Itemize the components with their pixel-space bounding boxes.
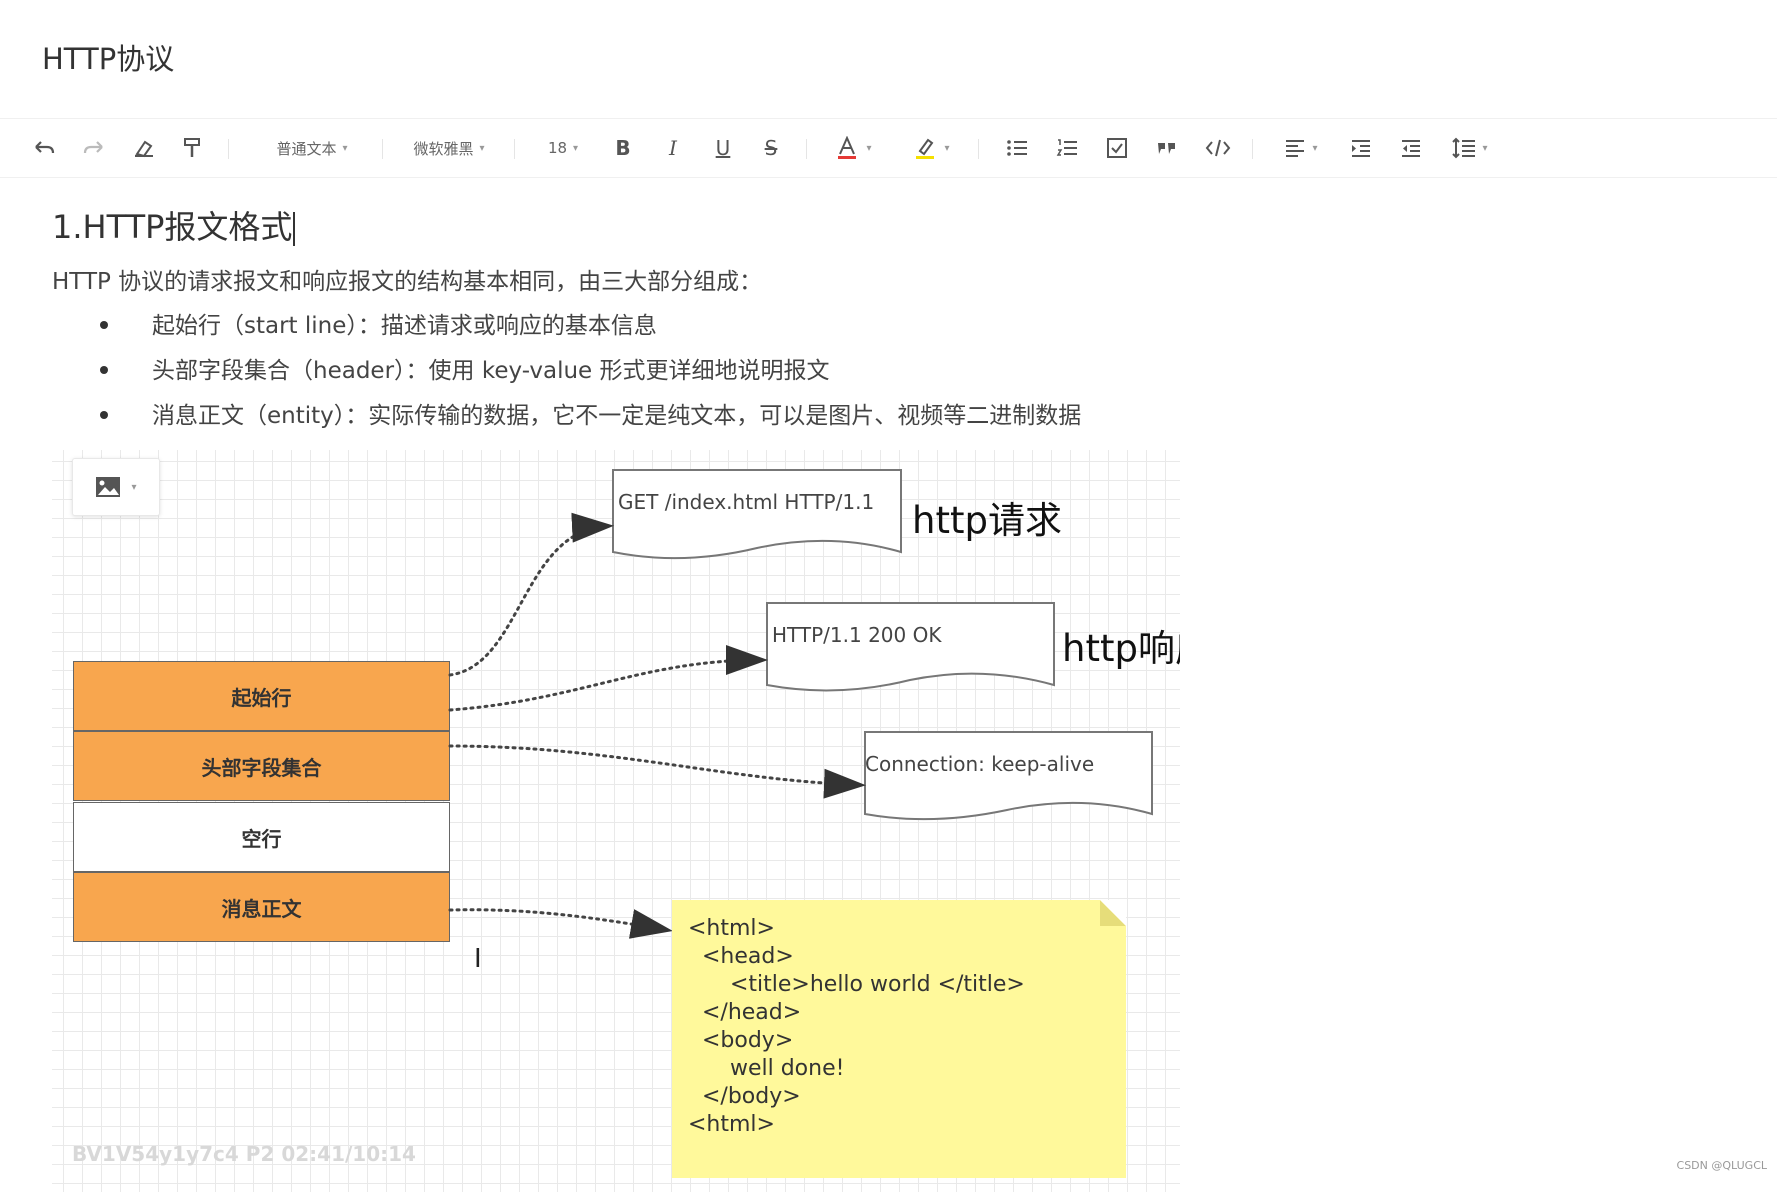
note-fold-corner: [1100, 900, 1126, 926]
strikethrough-icon[interactable]: S: [754, 119, 788, 177]
note-line: <head>: [688, 944, 794, 969]
section-heading[interactable]: 1.HTTP报文格式: [52, 202, 296, 248]
numbered-list-icon[interactable]: [1050, 119, 1084, 177]
line-height-icon: [1452, 137, 1476, 159]
list-item[interactable]: 起始行（start line）：描述请求或响应的基本信息: [100, 306, 657, 340]
list-item[interactable]: 消息正文（entity）：实际传输的数据，它不一定是纯文本，可以是图片、视频等二…: [100, 396, 1081, 430]
chevron-down-icon: ▾: [866, 142, 872, 154]
font-family-select[interactable]: 微软雅黑 ▾: [404, 119, 494, 177]
highlighter-icon: [916, 138, 935, 159]
request-document-shape: [612, 469, 902, 560]
toolbar-divider: [228, 139, 229, 159]
underline-icon[interactable]: U: [706, 119, 740, 177]
editor-toolbar: 普通文本 ▾ 微软雅黑 ▾ 18 ▾ B I U S ▾ ▾ ▾ ▾: [0, 118, 1777, 178]
toolbar-divider: [806, 139, 807, 159]
note-line: well done!: [688, 1056, 845, 1081]
header-line-text: Connection: keep-alive: [865, 752, 1095, 776]
bulleted-list-icon[interactable]: [1000, 119, 1034, 177]
http-message-diagram[interactable]: ▾ 起始行 头部字段集合 空行 消息正文 GET /index.html HTT…: [52, 450, 1180, 1192]
bullet-dot-icon: [100, 365, 108, 374]
paragraph-style-select[interactable]: 普通文本 ▾: [262, 119, 362, 177]
quote-icon[interactable]: [1150, 119, 1184, 177]
section-heading-text: 1.HTTP报文格式: [52, 208, 293, 246]
font-color-icon: [838, 136, 857, 159]
italic-icon[interactable]: I: [656, 119, 690, 177]
request-line-text: GET /index.html HTTP/1.1: [618, 490, 875, 514]
paragraph-style-value: 普通文本: [276, 139, 337, 158]
list-item-text: 头部字段集合（header）：使用 key-value 形式更详细地说明报文: [152, 358, 830, 384]
chevron-down-icon: ▾: [944, 142, 950, 154]
font-family-value: 微软雅黑: [413, 139, 474, 158]
list-item-text: 起始行（start line）：描述请求或响应的基本信息: [152, 313, 657, 339]
document-title[interactable]: HTTP协议: [42, 36, 174, 78]
bullet-dot-icon: [100, 410, 108, 419]
note-line: </head>: [688, 1000, 802, 1025]
toolbar-divider: [514, 139, 515, 159]
chevron-down-icon: ▾: [1312, 142, 1318, 154]
highlight-color-button[interactable]: ▾: [904, 119, 960, 177]
bullet-dot-icon: [100, 320, 108, 329]
toolbar-divider: [1252, 139, 1253, 159]
note-line: </body>: [688, 1084, 801, 1109]
arrow-body-to-note: [448, 908, 673, 939]
redo-icon[interactable]: [78, 119, 110, 177]
list-item-text: 消息正文（entity）：实际传输的数据，它不一定是纯文本，可以是图片、视频等二…: [152, 403, 1082, 429]
note-line: <html>: [688, 916, 775, 941]
chevron-down-icon: ▾: [479, 142, 485, 154]
toolbar-divider: [382, 139, 383, 159]
checklist-icon[interactable]: [1100, 119, 1134, 177]
text-caret: [293, 212, 296, 246]
toolbar-divider: [978, 139, 979, 159]
csdn-watermark: CSDN @QLUGCL: [1676, 1159, 1767, 1172]
arrow-start-to-request: [448, 512, 614, 677]
font-size-value: 18: [547, 139, 568, 157]
font-color-button[interactable]: ▾: [826, 119, 882, 177]
note-line: <title>hello world </title>: [688, 972, 1025, 997]
format-painter-icon[interactable]: [176, 119, 208, 177]
text-cursor-icon: I: [474, 944, 482, 974]
chevron-down-icon: ▾: [342, 142, 348, 154]
indent-increase-icon[interactable]: [1344, 119, 1378, 177]
arrow-start-to-response: [448, 645, 768, 712]
code-icon[interactable]: [1200, 119, 1236, 177]
http-request-label: http请求: [912, 499, 1062, 542]
arrow-headers-to-header-line: [448, 744, 866, 799]
line-height-button[interactable]: ▾: [1444, 119, 1496, 177]
font-size-select[interactable]: 18 ▾: [540, 119, 586, 177]
note-line: <body>: [688, 1028, 794, 1053]
bold-icon[interactable]: B: [606, 119, 640, 177]
note-line: <html>: [688, 1112, 775, 1137]
list-item[interactable]: 头部字段集合（header）：使用 key-value 形式更详细地说明报文: [100, 351, 830, 385]
chevron-down-icon: ▾: [1482, 142, 1488, 154]
eraser-icon[interactable]: [128, 119, 160, 177]
align-button[interactable]: ▾: [1276, 119, 1326, 177]
undo-icon[interactable]: [28, 119, 60, 177]
response-line-text: HTTP/1.1 200 OK: [772, 623, 942, 647]
body-sticky-note: <html> <head> <title>hello world </title…: [672, 900, 1126, 1178]
chevron-down-icon: ▾: [573, 142, 579, 154]
intro-paragraph[interactable]: HTTP 协议的请求报文和响应报文的结构基本相同，由三大部分组成：: [52, 262, 762, 296]
video-watermark: BV1V54y1y7c4 P2 02:41/10:14: [72, 1142, 416, 1166]
align-left-icon: [1286, 140, 1305, 157]
indent-decrease-icon[interactable]: [1394, 119, 1428, 177]
http-response-label: http响应: [1062, 627, 1180, 670]
